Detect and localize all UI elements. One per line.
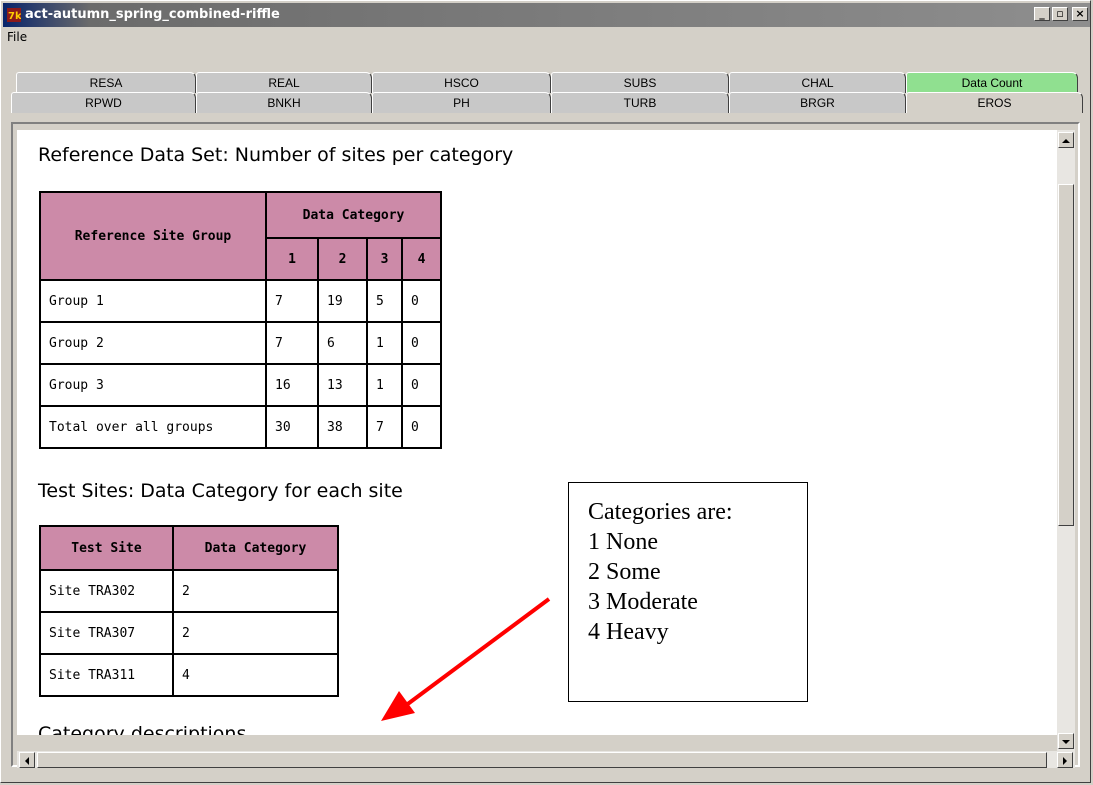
table-row: Group 3 16 13 1 0 bbox=[39, 363, 442, 407]
count-cell: 1 bbox=[366, 321, 403, 365]
count-cell: 38 bbox=[317, 405, 368, 449]
scroll-right-button[interactable] bbox=[1057, 752, 1073, 768]
table-row: Total over all groups 30 38 7 0 bbox=[39, 405, 442, 449]
tab-resa[interactable]: RESA bbox=[16, 72, 196, 93]
callout-item: 2 Some bbox=[588, 559, 661, 585]
reference-table: Reference Site Group Data Category 1 2 3… bbox=[39, 191, 442, 449]
test-table: Test Site Data Category Site TRA302 2 Si… bbox=[39, 525, 339, 697]
count-cell: 6 bbox=[317, 321, 368, 365]
scroll-down-button[interactable] bbox=[1058, 733, 1074, 749]
reference-heading: Reference Data Set: Number of sites per … bbox=[38, 144, 514, 166]
group-cell: Total over all groups bbox=[39, 405, 267, 449]
menu-file[interactable]: File bbox=[7, 30, 27, 44]
arrow-left-icon bbox=[25, 757, 29, 765]
category-cell: 2 bbox=[172, 569, 339, 613]
scroll-thumb[interactable] bbox=[1058, 184, 1074, 526]
count-cell: 19 bbox=[317, 279, 368, 323]
test-heading: Test Sites: Data Category for each site bbox=[38, 480, 403, 502]
tab-ph[interactable]: PH bbox=[372, 92, 551, 113]
callout-item: 4 Heavy bbox=[588, 619, 669, 645]
count-cell: 7 bbox=[366, 405, 403, 449]
arrow-right-icon bbox=[1063, 757, 1067, 765]
tab-data-count[interactable]: Data Count bbox=[906, 72, 1078, 93]
table-row: Site TRA302 2 bbox=[39, 569, 339, 613]
tab-eros[interactable]: EROS bbox=[906, 92, 1083, 113]
count-cell: 30 bbox=[265, 405, 319, 449]
h-scroll-thumb[interactable] bbox=[37, 752, 1047, 768]
tab-turb[interactable]: TURB bbox=[551, 92, 729, 113]
group-cell: Group 2 bbox=[39, 321, 267, 365]
tab-hsco[interactable]: HSCO bbox=[372, 72, 551, 93]
tab-subs[interactable]: SUBS bbox=[551, 72, 729, 93]
count-cell: 0 bbox=[401, 279, 442, 323]
app-window: 7k act-autumn_spring_combined-riffle _ ▫… bbox=[0, 0, 1091, 783]
table-row: Group 1 7 19 5 0 bbox=[39, 279, 442, 323]
vertical-scrollbar[interactable] bbox=[1057, 130, 1075, 759]
red-arrow-icon bbox=[381, 597, 551, 721]
category-cell: 2 bbox=[172, 611, 339, 655]
categories-callout: Categories are: 1 None 2 Some 3 Moderate… bbox=[568, 482, 808, 702]
tab-strip: RESA REAL HSCO SUBS CHAL Data Count RPWD… bbox=[11, 51, 1086, 121]
category-header: 3 bbox=[366, 237, 403, 281]
col-header-category: Data Category bbox=[265, 191, 442, 239]
category-header: 1 bbox=[265, 237, 319, 281]
count-cell: 7 bbox=[265, 279, 319, 323]
callout-item: 1 None bbox=[588, 529, 658, 555]
restore-button[interactable]: ▫ bbox=[1052, 7, 1068, 21]
close-button[interactable]: × bbox=[1072, 7, 1088, 21]
count-cell: 16 bbox=[265, 363, 319, 407]
category-header: 2 bbox=[317, 237, 368, 281]
scroll-left-button[interactable] bbox=[19, 752, 35, 768]
arrow-up-icon bbox=[1062, 139, 1070, 143]
group-cell: Group 1 bbox=[39, 279, 267, 323]
table-row: Group 2 7 6 1 0 bbox=[39, 321, 442, 365]
window-title: act-autumn_spring_combined-riffle bbox=[25, 7, 280, 22]
title-bar[interactable]: 7k act-autumn_spring_combined-riffle _ ▫… bbox=[3, 3, 1090, 27]
tab-real[interactable]: REAL bbox=[196, 72, 372, 93]
scroll-up-button[interactable] bbox=[1058, 132, 1074, 148]
table-row: Site TRA307 2 bbox=[39, 611, 339, 655]
count-cell: 1 bbox=[366, 363, 403, 407]
site-cell: Site TRA302 bbox=[39, 569, 174, 613]
site-cell: Site TRA307 bbox=[39, 611, 174, 655]
tab-brgr[interactable]: BRGR bbox=[729, 92, 906, 113]
count-cell: 13 bbox=[317, 363, 368, 407]
minimize-button[interactable]: _ bbox=[1034, 7, 1050, 21]
menu-bar: File bbox=[3, 27, 1090, 47]
tk-app-icon: 7k bbox=[7, 8, 21, 22]
col-header-site: Test Site bbox=[39, 525, 174, 571]
col-header-group: Reference Site Group bbox=[39, 191, 267, 281]
descriptions-heading: Category descriptions bbox=[38, 723, 247, 735]
category-cell: 4 bbox=[172, 653, 339, 697]
callout-title: Categories are: bbox=[588, 499, 733, 525]
tab-bnkh[interactable]: BNKH bbox=[196, 92, 372, 113]
svg-text:7k: 7k bbox=[8, 11, 21, 22]
horizontal-scrollbar[interactable] bbox=[17, 751, 1075, 768]
table-row: Site TRA311 4 bbox=[39, 653, 339, 697]
count-cell: 0 bbox=[401, 405, 442, 449]
col-header-category: Data Category bbox=[172, 525, 339, 571]
arrow-down-icon bbox=[1062, 740, 1070, 744]
count-cell: 5 bbox=[366, 279, 403, 323]
count-cell: 0 bbox=[401, 363, 442, 407]
tab-chal[interactable]: CHAL bbox=[729, 72, 906, 93]
count-cell: 0 bbox=[401, 321, 442, 365]
count-cell: 7 bbox=[265, 321, 319, 365]
group-cell: Group 3 bbox=[39, 363, 267, 407]
site-cell: Site TRA311 bbox=[39, 653, 174, 697]
category-header: 4 bbox=[401, 237, 442, 281]
callout-item: 3 Moderate bbox=[588, 589, 698, 615]
tab-rpwd[interactable]: RPWD bbox=[11, 92, 196, 113]
